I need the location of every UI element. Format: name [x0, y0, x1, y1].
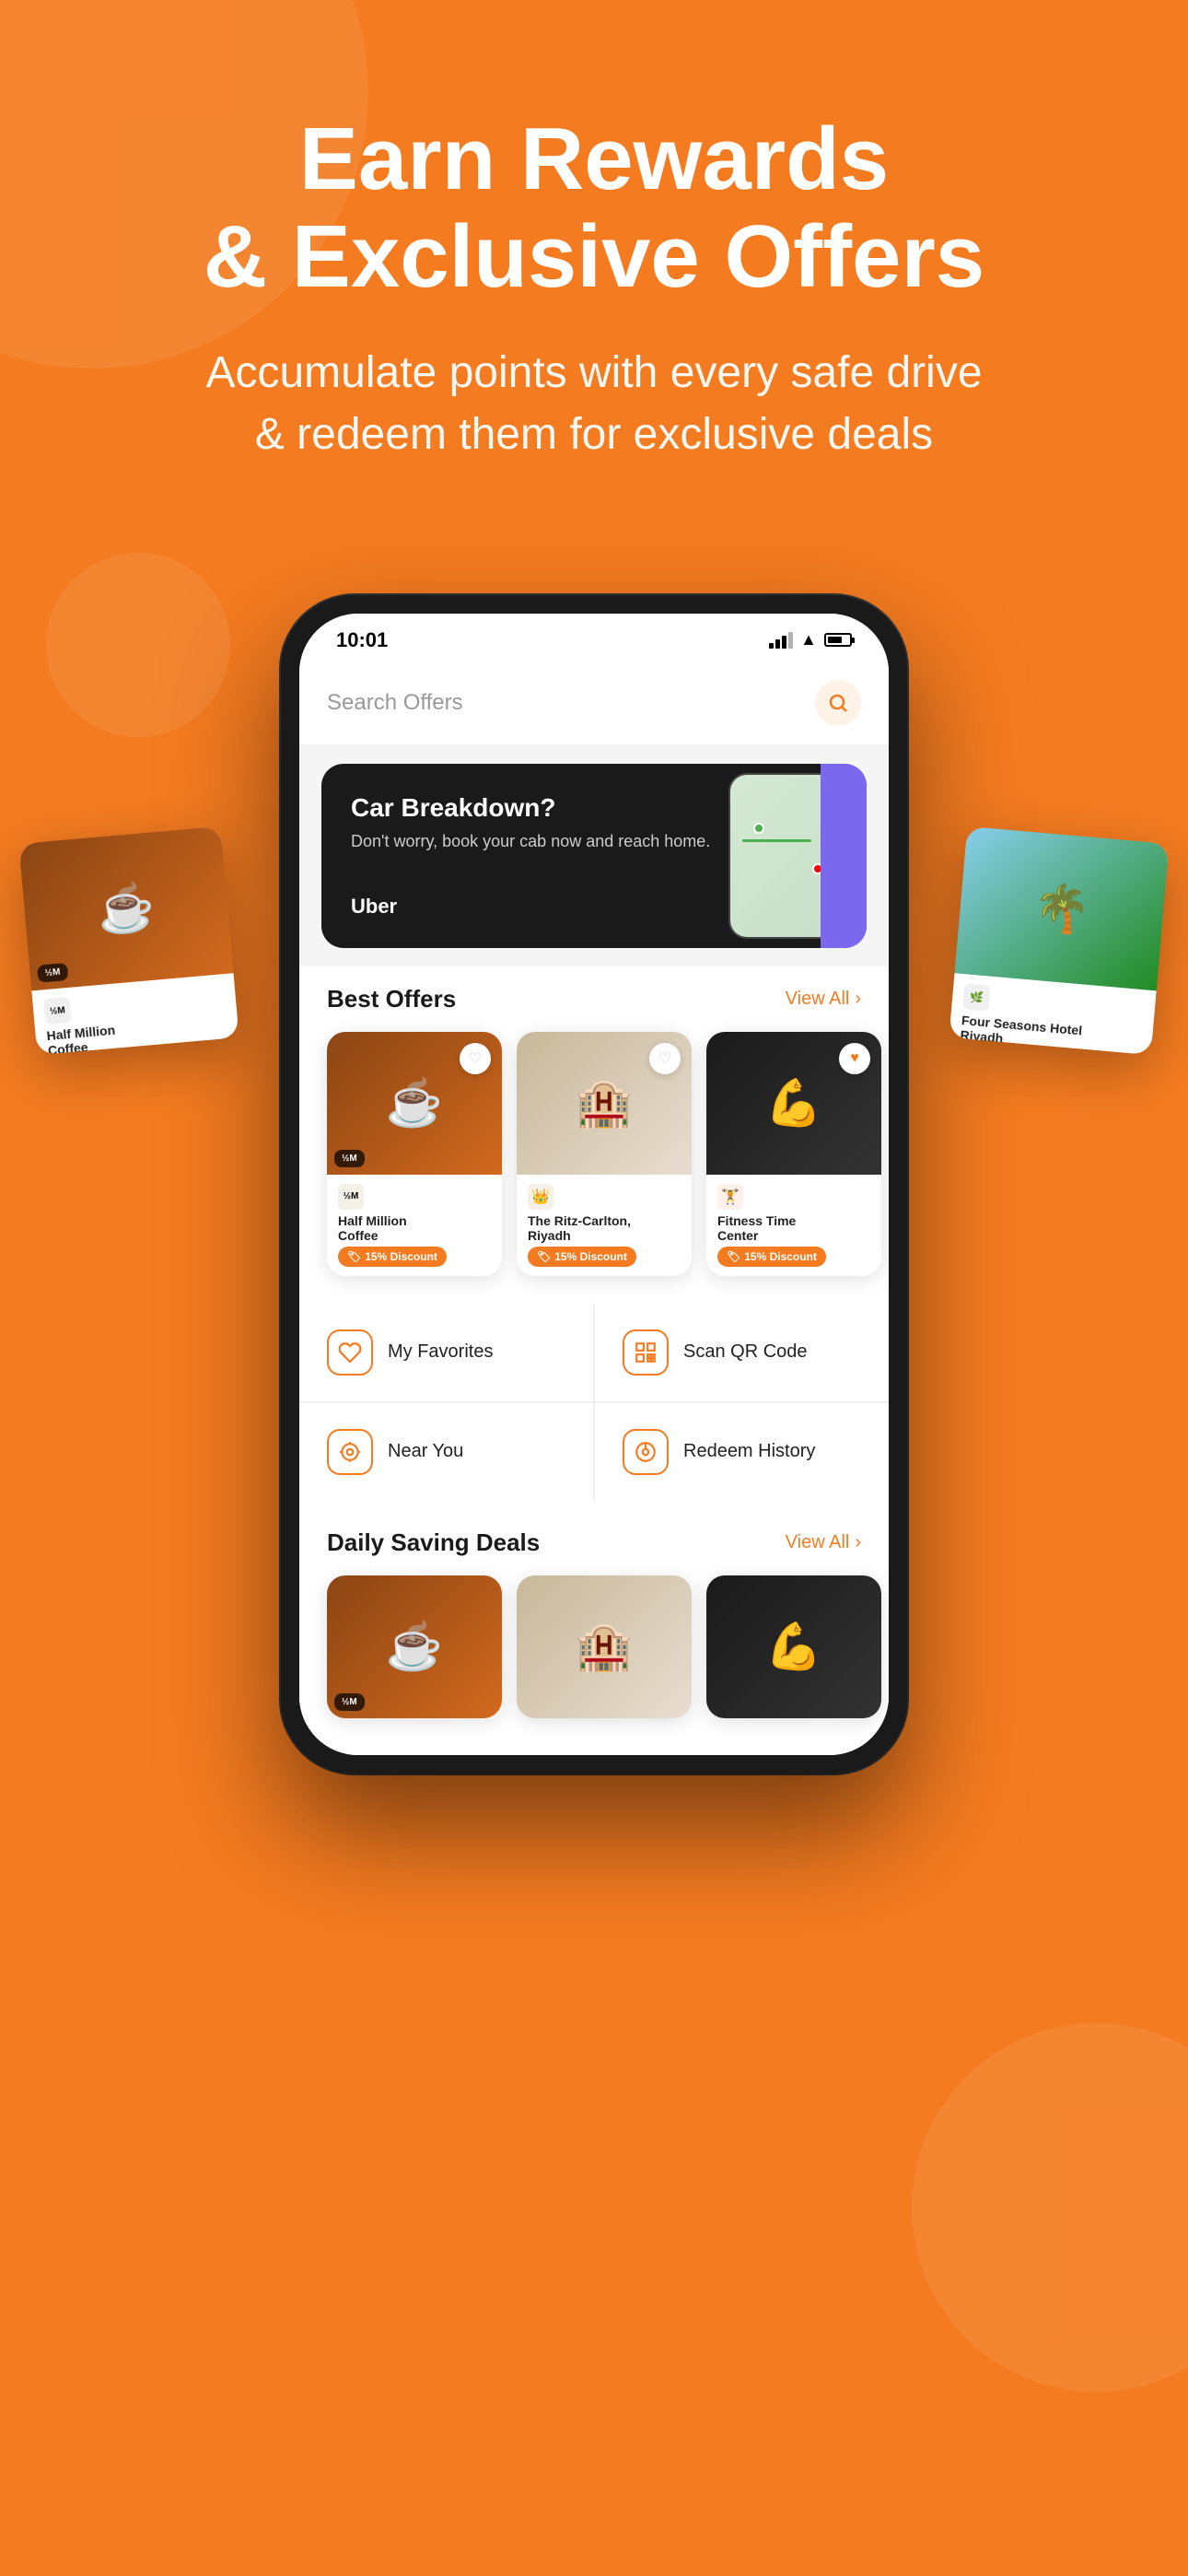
hero-title: Earn Rewards & Exclusive Offers: [74, 111, 1114, 305]
uber-banner[interactable]: Car Breakdown? Don't worry, book your ca…: [321, 764, 867, 948]
app-content: Search Offers Car Breakdown? Don't worry…: [299, 662, 889, 1755]
chevron-right-icon-daily: ›: [855, 1532, 861, 1553]
quick-action-favorites[interactable]: My Favorites: [299, 1304, 593, 1401]
offer-discount-coffee: 🏷 15% Discount: [338, 1247, 447, 1267]
quick-action-scan-qr[interactable]: Scan QR Code: [595, 1304, 889, 1401]
status-bar: 10:01 ▲: [299, 614, 889, 662]
fc-right-discount: 🏷 15% Discount: [958, 1046, 1067, 1055]
phone-mockup: 10:01 ▲ Sear: [281, 595, 907, 1774]
offer-card-fitness[interactable]: 💪 ♥ 🏋 Fitness TimeCenter 🏷 15% Discount: [706, 1032, 881, 1276]
near-you-icon: [327, 1429, 373, 1475]
search-button[interactable]: [815, 680, 861, 726]
banner-partial-card: [821, 764, 867, 948]
banner-section: Car Breakdown? Don't worry, book your ca…: [299, 745, 889, 966]
floating-card-left: ☕ ½M ½M Half MillionCoffee 🏷 15% Discoun…: [18, 825, 239, 1054]
redeem-history-icon: [623, 1429, 669, 1475]
offer-name-ritz: The Ritz-Carlton,Riyadh: [528, 1213, 681, 1243]
wifi-icon: ▲: [800, 630, 817, 650]
scan-qr-icon: [623, 1329, 669, 1376]
offer-name-fitness: Fitness TimeCenter: [717, 1213, 870, 1243]
best-offers-header: Best Offers View All ›: [299, 966, 889, 1023]
favorites-label: My Favorites: [388, 1341, 493, 1363]
quick-actions-grid: My Favorites: [299, 1304, 889, 1501]
chevron-right-icon: ›: [855, 989, 861, 1010]
best-offers-title: Best Offers: [327, 985, 456, 1013]
daily-card-fitness[interactable]: 💪: [706, 1575, 881, 1718]
status-icons: ▲: [769, 630, 852, 650]
offer-card-ritz[interactable]: 🏨 ♡ 👑 The Ritz-Carlton,Riyadh 🏷 15% Disc…: [517, 1032, 692, 1276]
heart-icon-fitness[interactable]: ♥: [839, 1043, 870, 1074]
daily-cards-scroll[interactable]: ☕ ½M 🏨 💪: [299, 1566, 889, 1737]
search-icon: [827, 692, 849, 714]
quick-action-near-you[interactable]: Near You: [299, 1403, 593, 1501]
daily-card-hotel[interactable]: 🏨: [517, 1575, 692, 1718]
daily-deals-header: Daily Saving Deals View All ›: [299, 1510, 889, 1566]
daily-deals-view-all[interactable]: View All ›: [786, 1532, 861, 1553]
status-time: 10:01: [336, 628, 388, 652]
quick-action-redeem-history[interactable]: Redeem History: [595, 1403, 889, 1501]
search-bar[interactable]: Search Offers: [299, 662, 889, 745]
daily-deals-section: Daily Saving Deals View All › ☕ ½M: [299, 1510, 889, 1755]
battery-icon: [824, 633, 852, 647]
scan-qr-label: Scan QR Code: [683, 1341, 808, 1363]
heart-icon-ritz[interactable]: ♡: [649, 1043, 681, 1074]
phone-wrapper: ☕ ½M ½M Half MillionCoffee 🏷 15% Discoun…: [0, 595, 1188, 1774]
offer-discount-fitness: 🏷 15% Discount: [717, 1247, 826, 1267]
signal-icon: [769, 632, 793, 649]
search-input[interactable]: Search Offers: [327, 690, 463, 716]
offer-card-coffee[interactable]: ☕ ½M ♡ ½M Half MillionCoffee 🏷 15% Disco: [327, 1032, 502, 1276]
favorites-icon: [327, 1329, 373, 1376]
floating-card-right: 🌴 🌿 Four Seasons HotelRiyadh 🏷 15% Disco…: [949, 825, 1169, 1054]
phone-screen: 10:01 ▲ Sear: [299, 614, 889, 1755]
daily-deals-title: Daily Saving Deals: [327, 1528, 540, 1557]
offers-scroll[interactable]: ☕ ½M ♡ ½M Half MillionCoffee 🏷 15% Disco: [299, 1023, 889, 1294]
heart-icon-coffee[interactable]: ♡: [460, 1043, 491, 1074]
near-you-label: Near You: [388, 1441, 463, 1462]
redeem-history-label: Redeem History: [683, 1441, 815, 1462]
hero-section: Earn Rewards & Exclusive Offers Accumula…: [0, 0, 1188, 521]
hero-subtitle: Accumulate points with every safe drive …: [74, 342, 1114, 465]
daily-card-coffee[interactable]: ☕ ½M: [327, 1575, 502, 1718]
offer-discount-ritz: 🏷 15% Discount: [528, 1247, 636, 1267]
offer-name-coffee: Half MillionCoffee: [338, 1213, 491, 1243]
best-offers-view-all[interactable]: View All ›: [786, 989, 861, 1010]
